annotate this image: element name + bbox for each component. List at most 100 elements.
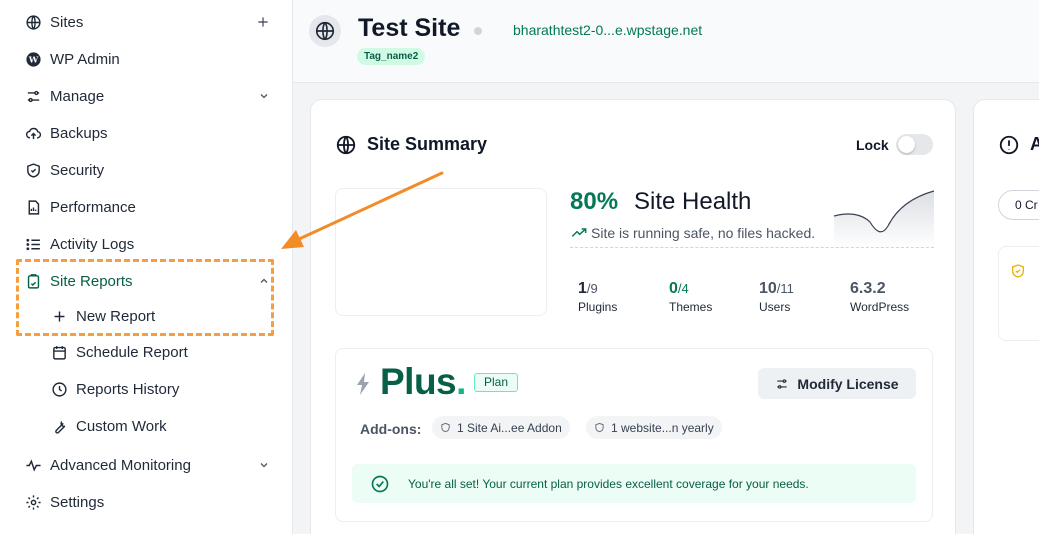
plan-badge: Plan — [474, 373, 519, 392]
shield-icon — [595, 422, 604, 433]
highlight-box — [16, 259, 274, 336]
sidebar-item-label: Custom Work — [76, 417, 167, 435]
sidebar-item-label: Backups — [50, 124, 108, 142]
check-circle-icon — [371, 475, 389, 492]
cloud-upload-icon — [24, 124, 42, 142]
add-site-button[interactable] — [256, 15, 270, 29]
sidebar-item-label: Settings — [50, 493, 105, 511]
addon-label: 1 Site Ai...ee Addon — [457, 420, 562, 435]
stat-total: /9 — [586, 281, 598, 296]
page-title: Test Site — [358, 14, 461, 42]
sidebar-item-wp-admin[interactable]: W WP Admin — [24, 44, 270, 74]
history-icon — [50, 380, 68, 398]
sidebar-item-manage[interactable]: Manage — [24, 81, 270, 111]
trending-up-icon — [571, 228, 587, 237]
chevron-down-icon[interactable] — [258, 90, 270, 102]
addon-label: 1 website...n yearly — [611, 420, 714, 435]
sliders-icon — [777, 378, 788, 389]
plan-name: Plus. — [380, 361, 466, 403]
health-message-text: Site is running safe, no files hacked. — [591, 225, 816, 241]
toggle-knob — [898, 136, 915, 153]
addons-label: Add-ons: — [360, 421, 422, 437]
stat-total: /4 — [677, 281, 689, 296]
sidebar-item-schedule-report[interactable]: Schedule Report — [50, 337, 270, 367]
plan-box: Plus. Plan Modify License Add-ons: 1 Sit… — [335, 348, 933, 522]
globe-icon — [335, 134, 357, 161]
shield-icon — [24, 161, 42, 179]
health-label: Site Health — [634, 188, 752, 215]
sidebar-item-sites[interactable]: Sites — [24, 7, 270, 37]
sidebar-item-custom-work[interactable]: Custom Work — [50, 411, 270, 441]
stat-label: Themes — [669, 300, 713, 314]
site-thumbnail[interactable] — [335, 188, 547, 316]
plan-name-dot: . — [456, 361, 466, 402]
alerts-card: A 0 Cr — [973, 99, 1039, 534]
stat-wordpress[interactable]: 6.3.2 WordPress — [850, 280, 909, 314]
card-title: A — [1030, 134, 1039, 154]
plan-name-text: Plus — [380, 361, 457, 402]
stat-plugins[interactable]: 1/9 Plugins — [578, 280, 617, 314]
stat-total: /11 — [776, 281, 794, 296]
list-icon — [24, 235, 42, 253]
modify-license-label: Modify License — [797, 375, 899, 392]
lock-toggle[interactable] — [896, 134, 933, 155]
svg-text:W: W — [27, 55, 38, 65]
site-summary-card: Site Summary Lock 80% Site Health Site i… — [310, 99, 956, 534]
stat-label: Plugins — [578, 300, 618, 314]
gear-icon — [24, 493, 42, 511]
stat-users[interactable]: 10/11 Users — [759, 280, 794, 314]
sidebar-item-backups[interactable]: Backups — [24, 118, 270, 148]
filter-chip[interactable]: 0 Cr — [998, 190, 1039, 220]
sidebar-item-label: Performance — [50, 198, 136, 216]
sidebar-item-security[interactable]: Security — [24, 155, 270, 185]
modify-license-button[interactable]: Modify License — [758, 368, 916, 399]
wrench-icon — [50, 417, 68, 435]
health-message: Site is running safe, no files hacked. — [571, 225, 815, 241]
divider — [570, 247, 934, 248]
stat-value: 6.3.2 — [850, 280, 886, 297]
stat-value: 10 — [759, 280, 777, 297]
sidebar-item-label: Schedule Report — [76, 343, 188, 361]
status-dot — [474, 27, 482, 35]
sliders-icon — [24, 87, 42, 105]
sidebar-item-label: Security — [50, 161, 105, 179]
sidebar-item-label: Sites — [50, 13, 84, 31]
stat-label: Users — [759, 300, 791, 314]
stat-label: WordPress — [850, 300, 910, 314]
site-tag-badge[interactable]: Tag_name2 — [357, 48, 426, 65]
shield-icon — [441, 422, 450, 433]
sidebar-item-label: Reports History — [76, 380, 180, 398]
sidebar-item-advanced-monitoring[interactable]: Advanced Monitoring — [24, 450, 270, 480]
stat-themes[interactable]: 0/4 Themes — [669, 280, 712, 314]
globe-icon — [24, 13, 42, 31]
sidebar-item-reports-history[interactable]: Reports History — [50, 374, 270, 404]
lock-label: Lock — [856, 137, 889, 153]
stat-value: 0 — [669, 280, 678, 297]
sidebar-item-label: WP Admin — [50, 50, 120, 68]
document-chart-icon — [24, 198, 42, 216]
plan-status-text: You're all set! Your current plan provid… — [408, 476, 809, 491]
sidebar-item-settings[interactable]: Settings — [24, 487, 270, 517]
sidebar-item-activity-logs[interactable]: Activity Logs — [24, 229, 270, 259]
plus-icon — [258, 17, 268, 27]
health-percent: 80% — [570, 188, 619, 215]
wordpress-icon: W — [24, 50, 42, 68]
health-sparkline — [834, 190, 934, 248]
addon-chip[interactable]: 1 website...n yearly — [586, 416, 722, 439]
stat-value: 1 — [578, 280, 587, 297]
shield-icon — [1010, 263, 1026, 284]
bolt-icon — [356, 373, 370, 400]
sidebar-item-label: Advanced Monitoring — [50, 456, 191, 474]
sidebar-item-label: Activity Logs — [50, 235, 135, 253]
sidebar-item-performance[interactable]: Performance — [24, 192, 270, 222]
site-url-link[interactable]: bharathtest2-0...e.wpstage.net — [513, 22, 702, 38]
card-title: Site Summary — [367, 134, 488, 154]
plan-status-banner: You're all set! Your current plan provid… — [352, 464, 916, 503]
activity-icon — [24, 456, 42, 474]
alert-circle-icon — [998, 134, 1020, 161]
sidebar-item-label: Manage — [50, 87, 105, 105]
calendar-icon — [50, 343, 68, 361]
chevron-down-icon[interactable] — [258, 459, 270, 471]
alert-item[interactable] — [998, 246, 1039, 341]
addon-chip[interactable]: 1 Site Ai...ee Addon — [432, 416, 570, 439]
